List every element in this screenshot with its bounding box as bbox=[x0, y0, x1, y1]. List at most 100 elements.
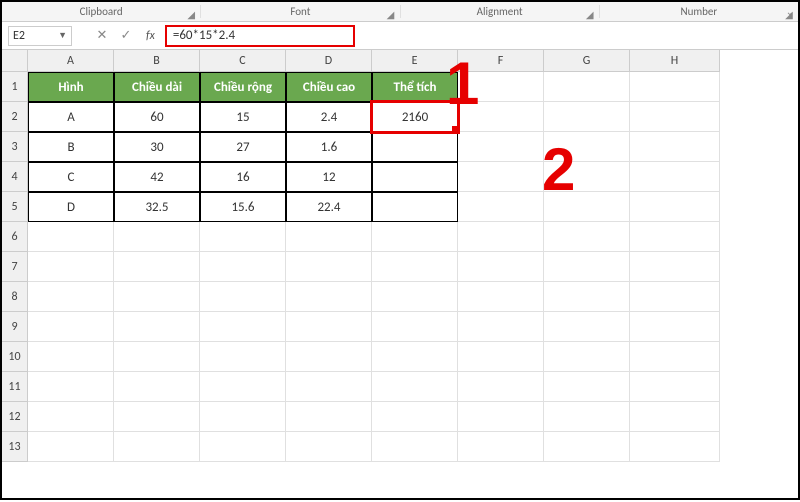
cell-G8[interactable] bbox=[544, 282, 630, 312]
cell-B1[interactable]: Chiều dài bbox=[114, 72, 200, 102]
cell-F9[interactable] bbox=[458, 312, 544, 342]
row-header-7[interactable]: 7 bbox=[2, 252, 28, 282]
cell-H11[interactable] bbox=[630, 372, 720, 402]
dialog-launcher-icon[interactable]: ◢ bbox=[386, 8, 396, 18]
cell-H1[interactable] bbox=[630, 72, 720, 102]
row-header-8[interactable]: 8 bbox=[2, 282, 28, 312]
cancel-icon[interactable]: ✕ bbox=[94, 28, 110, 44]
col-header-E[interactable]: E bbox=[372, 50, 458, 72]
cell-G3[interactable] bbox=[544, 132, 630, 162]
cell-E1[interactable]: Thể tích bbox=[372, 72, 458, 102]
cell-C3[interactable]: 27 bbox=[200, 132, 286, 162]
cell-D10[interactable] bbox=[286, 342, 372, 372]
cell-H2[interactable] bbox=[630, 102, 720, 132]
cell-H13[interactable] bbox=[630, 432, 720, 462]
cell-C7[interactable] bbox=[200, 252, 286, 282]
cell-D5[interactable]: 22.4 bbox=[286, 192, 372, 222]
cell-A1[interactable]: Hình bbox=[28, 72, 114, 102]
cell-F7[interactable] bbox=[458, 252, 544, 282]
col-header-D[interactable]: D bbox=[286, 50, 372, 72]
cell-G9[interactable] bbox=[544, 312, 630, 342]
cell-A3[interactable]: B bbox=[28, 132, 114, 162]
cell-E6[interactable] bbox=[372, 222, 458, 252]
chevron-down-icon[interactable]: ▼ bbox=[58, 30, 67, 41]
cell-D12[interactable] bbox=[286, 402, 372, 432]
cell-E13[interactable] bbox=[372, 432, 458, 462]
col-header-H[interactable]: H bbox=[630, 50, 720, 72]
col-header-A[interactable]: A bbox=[28, 50, 114, 72]
cell-E2[interactable]: 2160 bbox=[372, 102, 458, 132]
cell-A5[interactable]: D bbox=[28, 192, 114, 222]
cell-E10[interactable] bbox=[372, 342, 458, 372]
cell-F12[interactable] bbox=[458, 402, 544, 432]
cell-H7[interactable] bbox=[630, 252, 720, 282]
select-all-corner[interactable] bbox=[2, 50, 28, 72]
cell-C4[interactable]: 16 bbox=[200, 162, 286, 192]
cell-C9[interactable] bbox=[200, 312, 286, 342]
cell-H9[interactable] bbox=[630, 312, 720, 342]
cell-D8[interactable] bbox=[286, 282, 372, 312]
col-header-G[interactable]: G bbox=[544, 50, 630, 72]
cell-B5[interactable]: 32.5 bbox=[114, 192, 200, 222]
cell-A10[interactable] bbox=[28, 342, 114, 372]
cell-A12[interactable] bbox=[28, 402, 114, 432]
row-header-6[interactable]: 6 bbox=[2, 222, 28, 252]
row-header-1[interactable]: 1 bbox=[2, 72, 28, 102]
row-header-12[interactable]: 12 bbox=[2, 402, 28, 432]
cell-B2[interactable]: 60 bbox=[114, 102, 200, 132]
cell-A4[interactable]: C bbox=[28, 162, 114, 192]
cell-H6[interactable] bbox=[630, 222, 720, 252]
row-header-13[interactable]: 13 bbox=[2, 432, 28, 462]
cell-F1[interactable] bbox=[458, 72, 544, 102]
cell-E11[interactable] bbox=[372, 372, 458, 402]
cell-F6[interactable] bbox=[458, 222, 544, 252]
cell-A11[interactable] bbox=[28, 372, 114, 402]
cell-F4[interactable] bbox=[458, 162, 544, 192]
cell-B9[interactable] bbox=[114, 312, 200, 342]
dialog-launcher-icon[interactable]: ◢ bbox=[585, 8, 595, 18]
col-header-B[interactable]: B bbox=[114, 50, 200, 72]
cell-B10[interactable] bbox=[114, 342, 200, 372]
cell-C6[interactable] bbox=[200, 222, 286, 252]
cell-D1[interactable]: Chiều cao bbox=[286, 72, 372, 102]
cell-C2[interactable]: 15 bbox=[200, 102, 286, 132]
name-box[interactable]: E2 ▼ bbox=[8, 26, 72, 46]
cell-B7[interactable] bbox=[114, 252, 200, 282]
cell-A13[interactable] bbox=[28, 432, 114, 462]
cell-F5[interactable] bbox=[458, 192, 544, 222]
cell-H5[interactable] bbox=[630, 192, 720, 222]
cell-F10[interactable] bbox=[458, 342, 544, 372]
cell-C13[interactable] bbox=[200, 432, 286, 462]
cell-E8[interactable] bbox=[372, 282, 458, 312]
cell-A2[interactable]: A bbox=[28, 102, 114, 132]
col-header-F[interactable]: F bbox=[458, 50, 544, 72]
cell-E12[interactable] bbox=[372, 402, 458, 432]
cell-F3[interactable] bbox=[458, 132, 544, 162]
cell-B6[interactable] bbox=[114, 222, 200, 252]
cell-E7[interactable] bbox=[372, 252, 458, 282]
cell-A6[interactable] bbox=[28, 222, 114, 252]
cell-B13[interactable] bbox=[114, 432, 200, 462]
cell-G2[interactable] bbox=[544, 102, 630, 132]
cell-G1[interactable] bbox=[544, 72, 630, 102]
row-header-5[interactable]: 5 bbox=[2, 192, 28, 222]
cell-C10[interactable] bbox=[200, 342, 286, 372]
cell-B4[interactable]: 42 bbox=[114, 162, 200, 192]
cell-H4[interactable] bbox=[630, 162, 720, 192]
cell-D13[interactable] bbox=[286, 432, 372, 462]
cell-D3[interactable]: 1.6 bbox=[286, 132, 372, 162]
row-header-9[interactable]: 9 bbox=[2, 312, 28, 342]
cell-G4[interactable] bbox=[544, 162, 630, 192]
cell-C12[interactable] bbox=[200, 402, 286, 432]
cell-D2[interactable]: 2.4 bbox=[286, 102, 372, 132]
row-header-2[interactable]: 2 bbox=[2, 102, 28, 132]
cell-G7[interactable] bbox=[544, 252, 630, 282]
enter-icon[interactable]: ✓ bbox=[118, 28, 134, 44]
dialog-launcher-icon[interactable]: ◢ bbox=[186, 8, 196, 18]
row-header-3[interactable]: 3 bbox=[2, 132, 28, 162]
cell-G12[interactable] bbox=[544, 402, 630, 432]
cell-G6[interactable] bbox=[544, 222, 630, 252]
cell-H10[interactable] bbox=[630, 342, 720, 372]
cell-F8[interactable] bbox=[458, 282, 544, 312]
cell-G5[interactable] bbox=[544, 192, 630, 222]
